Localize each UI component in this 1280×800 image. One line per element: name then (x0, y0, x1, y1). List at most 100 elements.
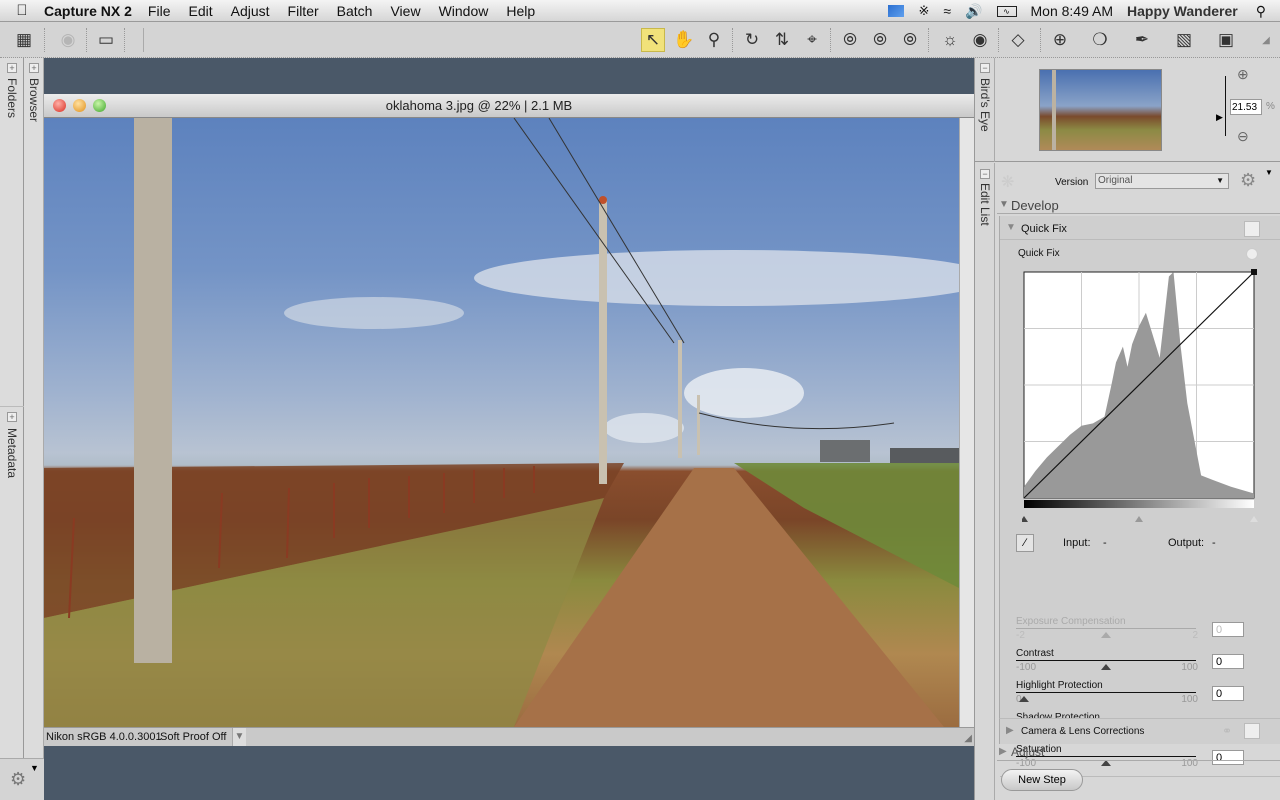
tab-birds-eye[interactable]: Bird's Eye (978, 78, 992, 132)
document-titlebar[interactable]: oklahoma 3.jpg @ 22% | 2.1 MB (44, 94, 974, 118)
clock[interactable]: Mon 8:49 AM (1031, 3, 1114, 19)
zoom-button[interactable] (93, 99, 106, 112)
divider (44, 28, 45, 52)
toolbar-resize-icon[interactable]: ◢ (1254, 28, 1278, 52)
user-name[interactable]: Happy Wanderer (1127, 3, 1238, 19)
menu-file[interactable]: File (148, 3, 171, 19)
menu-adjust[interactable]: Adjust (231, 3, 270, 19)
zoom-slider-track[interactable] (1225, 76, 1226, 136)
adjust-section-header[interactable]: ▶ Adjust (997, 744, 1280, 761)
tab-folders[interactable]: Folders (5, 78, 19, 118)
slider-value-input[interactable] (1212, 686, 1244, 701)
fill-remove-icon[interactable]: ▣ (1214, 28, 1238, 52)
color-control-point-icon[interactable]: ⊕ (1048, 28, 1072, 52)
dropdown-arrow-icon[interactable]: ▼ (30, 763, 39, 773)
edit-list-settings-gear-icon[interactable]: ⚙ (1240, 170, 1256, 191)
version-label: Version (1055, 177, 1089, 188)
menu-filter[interactable]: Filter (288, 3, 319, 19)
display-icon[interactable] (888, 5, 905, 17)
close-button[interactable] (53, 99, 66, 112)
app-menu[interactable]: Capture NX 2 (44, 3, 132, 19)
expand-folders-button[interactable]: + (7, 63, 17, 73)
camera-control-icon[interactable]: ◉ (56, 28, 80, 52)
slider-track[interactable] (1016, 660, 1196, 661)
slider-track[interactable] (1016, 692, 1196, 693)
collapse-birds-eye-button[interactable]: − (980, 63, 990, 73)
volume-icon[interactable]: 🔊 (965, 3, 982, 20)
new-step-button[interactable]: New Step (1001, 769, 1083, 791)
lasso-selection-icon[interactable]: ❍ (1088, 28, 1112, 52)
collapse-edit-list-button[interactable]: − (980, 169, 990, 179)
soft-proof-dropdown-icon[interactable]: ▼ (232, 728, 246, 746)
bluetooth-icon[interactable]: ※ (918, 3, 929, 19)
quick-fix-radio[interactable] (1246, 248, 1258, 260)
auto-retouch-brush-icon[interactable]: ◇ (1006, 28, 1030, 52)
white-point-slider[interactable] (1250, 516, 1258, 522)
direct-select-tool-icon[interactable]: ↖ (641, 28, 665, 52)
slider-value-input[interactable] (1212, 622, 1244, 637)
menu-batch[interactable]: Batch (337, 3, 373, 19)
selection-brush-icon[interactable]: ✒ (1130, 28, 1154, 52)
menu-edit[interactable]: Edit (188, 3, 212, 19)
menu-help[interactable]: Help (506, 3, 535, 19)
black-control-point-icon[interactable]: ⦾ (838, 28, 862, 52)
menu-window[interactable]: Window (439, 3, 489, 19)
slider-thumb[interactable] (1101, 664, 1111, 670)
version-select[interactable]: Original ▼ (1095, 173, 1229, 189)
browser-mode-icon[interactable]: ▦ (12, 28, 36, 52)
wifi-icon[interactable]: ≈ (943, 3, 951, 19)
tab-metadata[interactable]: Metadata (5, 428, 19, 478)
slider-thumb[interactable] (1101, 632, 1111, 638)
rotate-tool-icon[interactable]: ↻ (740, 28, 764, 52)
divider (1040, 28, 1041, 52)
step-enable-checkbox[interactable] (1244, 723, 1260, 739)
battery-icon[interactable]: ∿ (996, 5, 1017, 17)
zoom-in-icon[interactable]: ⊕ (1237, 66, 1249, 83)
step-enable-checkbox[interactable] (1244, 221, 1260, 237)
white-control-point-icon[interactable]: ⦾ (898, 28, 922, 52)
expand-metadata-button[interactable]: + (7, 412, 17, 422)
dropdown-arrow-icon[interactable]: ▼ (1265, 168, 1273, 177)
red-eye-control-point-icon[interactable]: ☼ (938, 28, 962, 52)
reset-curve-button[interactable]: ∕ (1016, 534, 1034, 552)
slider-thumb[interactable] (1019, 696, 1029, 702)
link-icon[interactable]: ⚭ (1222, 724, 1232, 738)
expand-browser-button[interactable]: + (29, 63, 39, 73)
neutral-control-point-icon[interactable]: ⦾ (868, 28, 892, 52)
slider-value-input[interactable] (1212, 654, 1244, 669)
gradient-selection-icon[interactable]: ▧ (1172, 28, 1196, 52)
straighten-tool-icon[interactable]: ⇅ (770, 28, 794, 52)
zoom-percent-input[interactable] (1230, 99, 1262, 115)
red-eye-tool-icon[interactable]: ◉ (968, 28, 992, 52)
slider-label: Highlight Protection (1016, 680, 1103, 691)
settings-gear-icon[interactable]: ⚙ (10, 769, 26, 790)
develop-section-header[interactable]: ▼ Develop (997, 198, 1280, 214)
zoom-out-icon[interactable]: ⊖ (1237, 128, 1249, 145)
white-point-handle[interactable] (1251, 269, 1257, 275)
output-icon[interactable]: ▭ (94, 28, 118, 52)
menu-view[interactable]: View (390, 3, 420, 19)
black-point-slider[interactable] (1022, 516, 1028, 522)
minimize-button[interactable] (73, 99, 86, 112)
crop-tool-icon[interactable]: ⌖ (800, 28, 824, 52)
zoom-tool-icon[interactable]: ⚲ (702, 28, 726, 52)
spotlight-search-icon[interactable]: ⚲ (1256, 3, 1266, 20)
midpoint-slider[interactable] (1135, 516, 1143, 522)
apple-menu-icon[interactable]:  (0, 2, 44, 19)
camera-lens-corrections-step[interactable]: ▶ Camera & Lens Corrections ⚭ (999, 718, 1280, 744)
tab-browser[interactable]: Browser (27, 78, 41, 122)
divider (86, 28, 87, 52)
birds-eye-thumbnail[interactable] (1039, 69, 1162, 151)
vertical-scrollbar[interactable] (959, 118, 974, 727)
slider-track[interactable] (1016, 628, 1196, 629)
zoom-slider-thumb-icon[interactable]: ▶ (1216, 112, 1223, 123)
expand-triangle-icon: ▶ (1006, 725, 1014, 736)
quick-fix-header[interactable]: ▼ Quick Fix (1000, 216, 1280, 240)
curves-histogram[interactable] (1022, 266, 1258, 526)
tab-edit-list[interactable]: Edit List (978, 183, 992, 226)
slider-max: 2 (1192, 630, 1198, 641)
photo-canvas[interactable] (44, 118, 959, 727)
tone-gradient-bar (1024, 500, 1254, 508)
hand-tool-icon[interactable]: ✋ (672, 28, 696, 52)
resize-grip-icon[interactable]: ◢ (964, 730, 972, 748)
